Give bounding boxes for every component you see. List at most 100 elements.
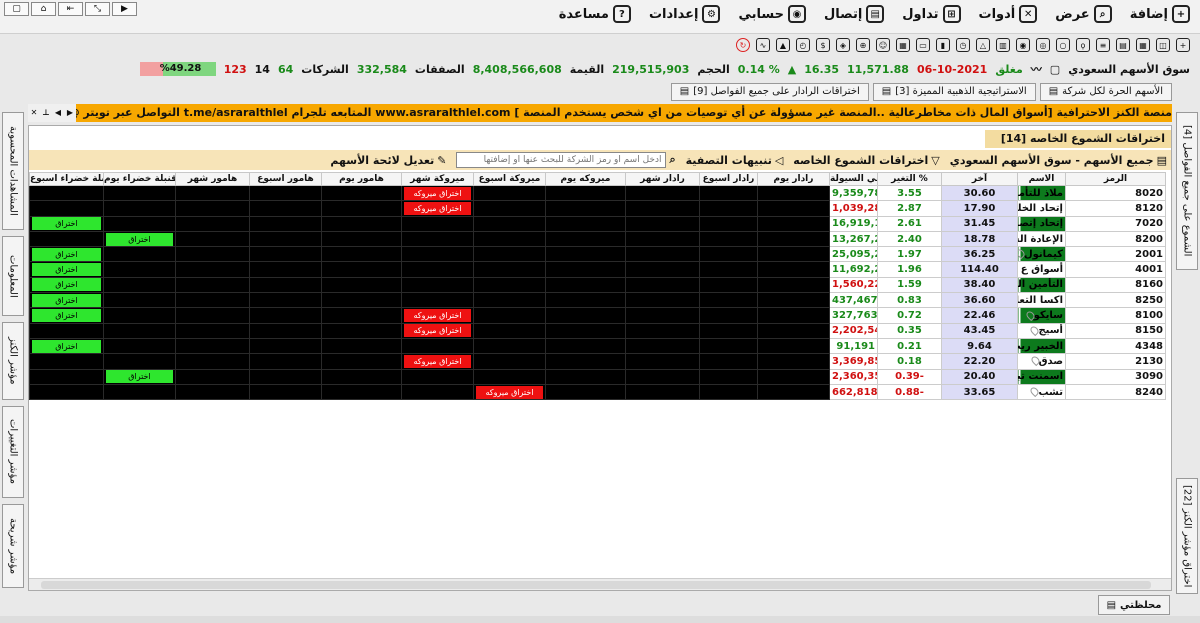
next-icon[interactable]: ▶ xyxy=(64,104,76,122)
breakout-signal: اختراق xyxy=(29,261,104,278)
column-header[interactable]: الرمز xyxy=(1065,172,1166,186)
side-tab-kanz-index[interactable]: مؤشر الكنز xyxy=(2,322,24,400)
tab-golden-strategy[interactable]: ▤ الاستراتيجية الذهبية المميزة [3] xyxy=(872,83,1036,101)
tab-radar-breakouts[interactable]: ▤ اختراقات الرادار على جميع الفواصل [9] xyxy=(670,83,869,101)
ring-icon[interactable]: ○ xyxy=(1056,38,1070,52)
market-name[interactable]: سوق الأسهم السعودي xyxy=(1068,63,1190,76)
bulb-icon[interactable]: ϙ xyxy=(1076,38,1090,52)
table-row[interactable]: اختراق 437,4670.8336.60اكسا التعاونية8250 xyxy=(29,292,1166,309)
table-row[interactable]: اختراق ميروكه 2,202,541-0.3543.45أسيج8150 xyxy=(29,322,1166,339)
empty-signal-cell xyxy=(625,261,700,278)
side-tab-watchlist[interactable]: المشاهدات المحسوبة xyxy=(2,112,24,230)
table-row[interactable]: اختراق ميروكه 662,818- 0.88- 33.65 تشب 8240 xyxy=(29,383,1166,401)
menu-item-trade[interactable]: ⊞ تداول xyxy=(902,5,961,23)
horizontal-scrollbar[interactable] xyxy=(29,578,1171,590)
column-header[interactable]: قنبلة خضراء يوم xyxy=(103,172,176,186)
stats-icon[interactable]: ▲ xyxy=(776,38,790,52)
column-header[interactable]: الاسم xyxy=(1017,172,1066,186)
menu-item-connect[interactable]: ▤ إتصال xyxy=(824,5,885,23)
trend-icon[interactable]: ∿ xyxy=(756,38,770,52)
window-control-icon[interactable]: ▶ xyxy=(112,2,137,16)
window-control-icon[interactable]: ⇤ xyxy=(58,2,83,16)
scrollbar-thumb[interactable] xyxy=(41,581,1151,589)
bars-icon[interactable]: ▮ xyxy=(936,38,950,52)
keyboard-icon[interactable]: ▭ xyxy=(916,38,930,52)
menu-item-help[interactable]: ? مساعدة xyxy=(559,5,631,23)
portfolio-tab[interactable]: ▤ محلظتي xyxy=(1098,595,1170,615)
menu-item-view[interactable]: ⌕ عرض xyxy=(1055,5,1112,23)
column-header[interactable]: هامور اسبوع xyxy=(249,172,322,186)
scope-icon[interactable]: ⊕ xyxy=(856,38,870,52)
window-control-icon[interactable]: ▢ xyxy=(4,2,29,16)
empty-signal-cell xyxy=(625,322,700,339)
companies-unchanged: 14 xyxy=(254,62,270,76)
column-header[interactable]: هامور يوم xyxy=(321,172,402,186)
ticker-text: منصة الكنز الاحترافية [أسواق المال ذات م… xyxy=(28,106,1172,119)
table-row[interactable]: اختراق 25,095,2601.9736.25كيمانول2001 xyxy=(29,246,1166,263)
empty-signal-cell xyxy=(175,261,250,278)
search-input[interactable] xyxy=(456,152,667,168)
menu-item-tools[interactable]: ✕ أدوات xyxy=(979,5,1038,23)
table-row[interactable]: اختراق اختراق ميروكه 327,763 0.72 22.46 سايكو… xyxy=(29,307,1166,324)
money-icon[interactable]: $ xyxy=(816,38,830,52)
close-icon[interactable]: ✕ xyxy=(28,104,40,122)
side-tab-candles-all-intervals[interactable]: الشموع على جميع الفواصل [4] xyxy=(1176,112,1198,270)
person-icon[interactable]: ☺ xyxy=(876,38,890,52)
table-row[interactable]: اختراق 13,267,2882.4018.78الإعادة السعودي… xyxy=(29,230,1166,248)
menu-item-add[interactable]: + إضافة xyxy=(1130,5,1190,23)
refresh-icon[interactable]: ↻ xyxy=(736,38,750,52)
column-header[interactable]: ميروكه يوم xyxy=(545,172,626,186)
edit-stock-list[interactable]: ✎ تعديل لائحة الأسهم xyxy=(330,154,446,167)
grid-icon[interactable]: ▦ xyxy=(1136,38,1150,52)
menu-item-account[interactable]: ◉ حسابي xyxy=(738,5,806,23)
candle-breakouts-panel: اختراقات الشموع الخاصه [14] ▤ جميع الأسهم… xyxy=(28,125,1172,591)
window-control-icon[interactable]: ⌂ xyxy=(31,2,56,16)
target-icon[interactable]: ◉ xyxy=(1016,38,1030,52)
market-filter[interactable]: ▤ جميع الأسهم - سوق الأسهم السعودي xyxy=(950,154,1167,167)
pin-icon[interactable]: ⊥ xyxy=(40,104,52,122)
column-header[interactable]: صافي السيولة xyxy=(829,172,878,186)
chart-icon[interactable]: ◫ xyxy=(1156,38,1170,52)
grid2-icon[interactable]: ▦ xyxy=(896,38,910,52)
empty-signal-cell xyxy=(757,246,830,263)
table-row[interactable]: اختراق 1,560,222-1.5938.40التأمين العربية… xyxy=(29,276,1166,294)
column-header[interactable]: هامور شهر xyxy=(175,172,250,186)
side-tab-slice-index[interactable]: مؤشر شريحة xyxy=(2,504,24,588)
eye-icon[interactable]: ◎ xyxy=(1036,38,1050,52)
column-header[interactable]: آخر xyxy=(941,172,1018,186)
net-liquidity-cell: 1,560,222- xyxy=(829,276,878,294)
tab-free-float[interactable]: ▤ الأسهم الحرة لكل شركة xyxy=(1039,83,1172,101)
clock-icon[interactable]: ◴ xyxy=(796,38,810,52)
table-row[interactable]: اختراق 91,1910.219.64الخبير ريت4348 xyxy=(29,337,1166,355)
column-header[interactable]: قنبلة خضراء اسبوع xyxy=(29,172,104,186)
timer-icon[interactable]: ◷ xyxy=(956,38,970,52)
column-header[interactable]: ميروكة شهر xyxy=(401,172,474,186)
column-header[interactable]: رادار اسبوع xyxy=(699,172,758,186)
side-tab-info[interactable]: المعلومات xyxy=(2,236,24,316)
column-header[interactable]: رادار شهر xyxy=(625,172,700,186)
calendar-icon[interactable]: ▤ xyxy=(1116,38,1130,52)
prev-icon[interactable]: ◀ xyxy=(52,104,64,122)
table-row[interactable]: اختراق ميروكه 9,359,7873.5530.60ملاذ للتأ… xyxy=(29,184,1166,202)
filter-alerts[interactable]: ◁ تنبيهات التصفية xyxy=(686,154,784,167)
candle-filter[interactable]: ▽ اختراقات الشموع الخاصه xyxy=(793,154,939,167)
table-icon[interactable]: ▥ xyxy=(996,38,1010,52)
table-row[interactable]: اختراق ميروكه 3,369,858-0.1822.20صدق2130 xyxy=(29,353,1166,370)
empty-signal-cell xyxy=(175,307,250,324)
group-icon[interactable]: ◈ xyxy=(836,38,850,52)
menu-item-settings[interactable]: ⚙ إعدادات xyxy=(649,5,721,23)
table-row[interactable]: اختراق 2,360,355-0.39-20.40اسمنت تبوك3090 xyxy=(29,368,1166,385)
flame-icon[interactable]: △ xyxy=(976,38,990,52)
column-header[interactable]: رادار يوم xyxy=(757,172,830,186)
column-header[interactable]: التغير % xyxy=(877,172,942,186)
column-header[interactable]: ميروكة اسبوع xyxy=(473,172,546,186)
side-tab-kanz-breakout[interactable]: اختراق مؤشر الكنز [22] xyxy=(1176,478,1198,594)
table-row[interactable]: اختراق 16,919,1592.6131.45إتحاد إتصالات70… xyxy=(29,215,1166,232)
new-window-icon[interactable]: + xyxy=(1176,38,1190,52)
table-row[interactable]: اختراق 11,692,2891.96114.40أسواق ع العثيم… xyxy=(29,261,1166,278)
table-row[interactable]: اختراق ميروكه 1,039,285-2.8717.90إتحاد ال… xyxy=(29,200,1166,217)
symbol-cell: 4001 xyxy=(1065,261,1166,278)
window-control-icon[interactable]: ⤡ xyxy=(85,2,110,16)
side-tab-changes-index[interactable]: مؤشر التغييرات xyxy=(2,406,24,498)
list-icon[interactable]: ≡ xyxy=(1096,38,1110,52)
